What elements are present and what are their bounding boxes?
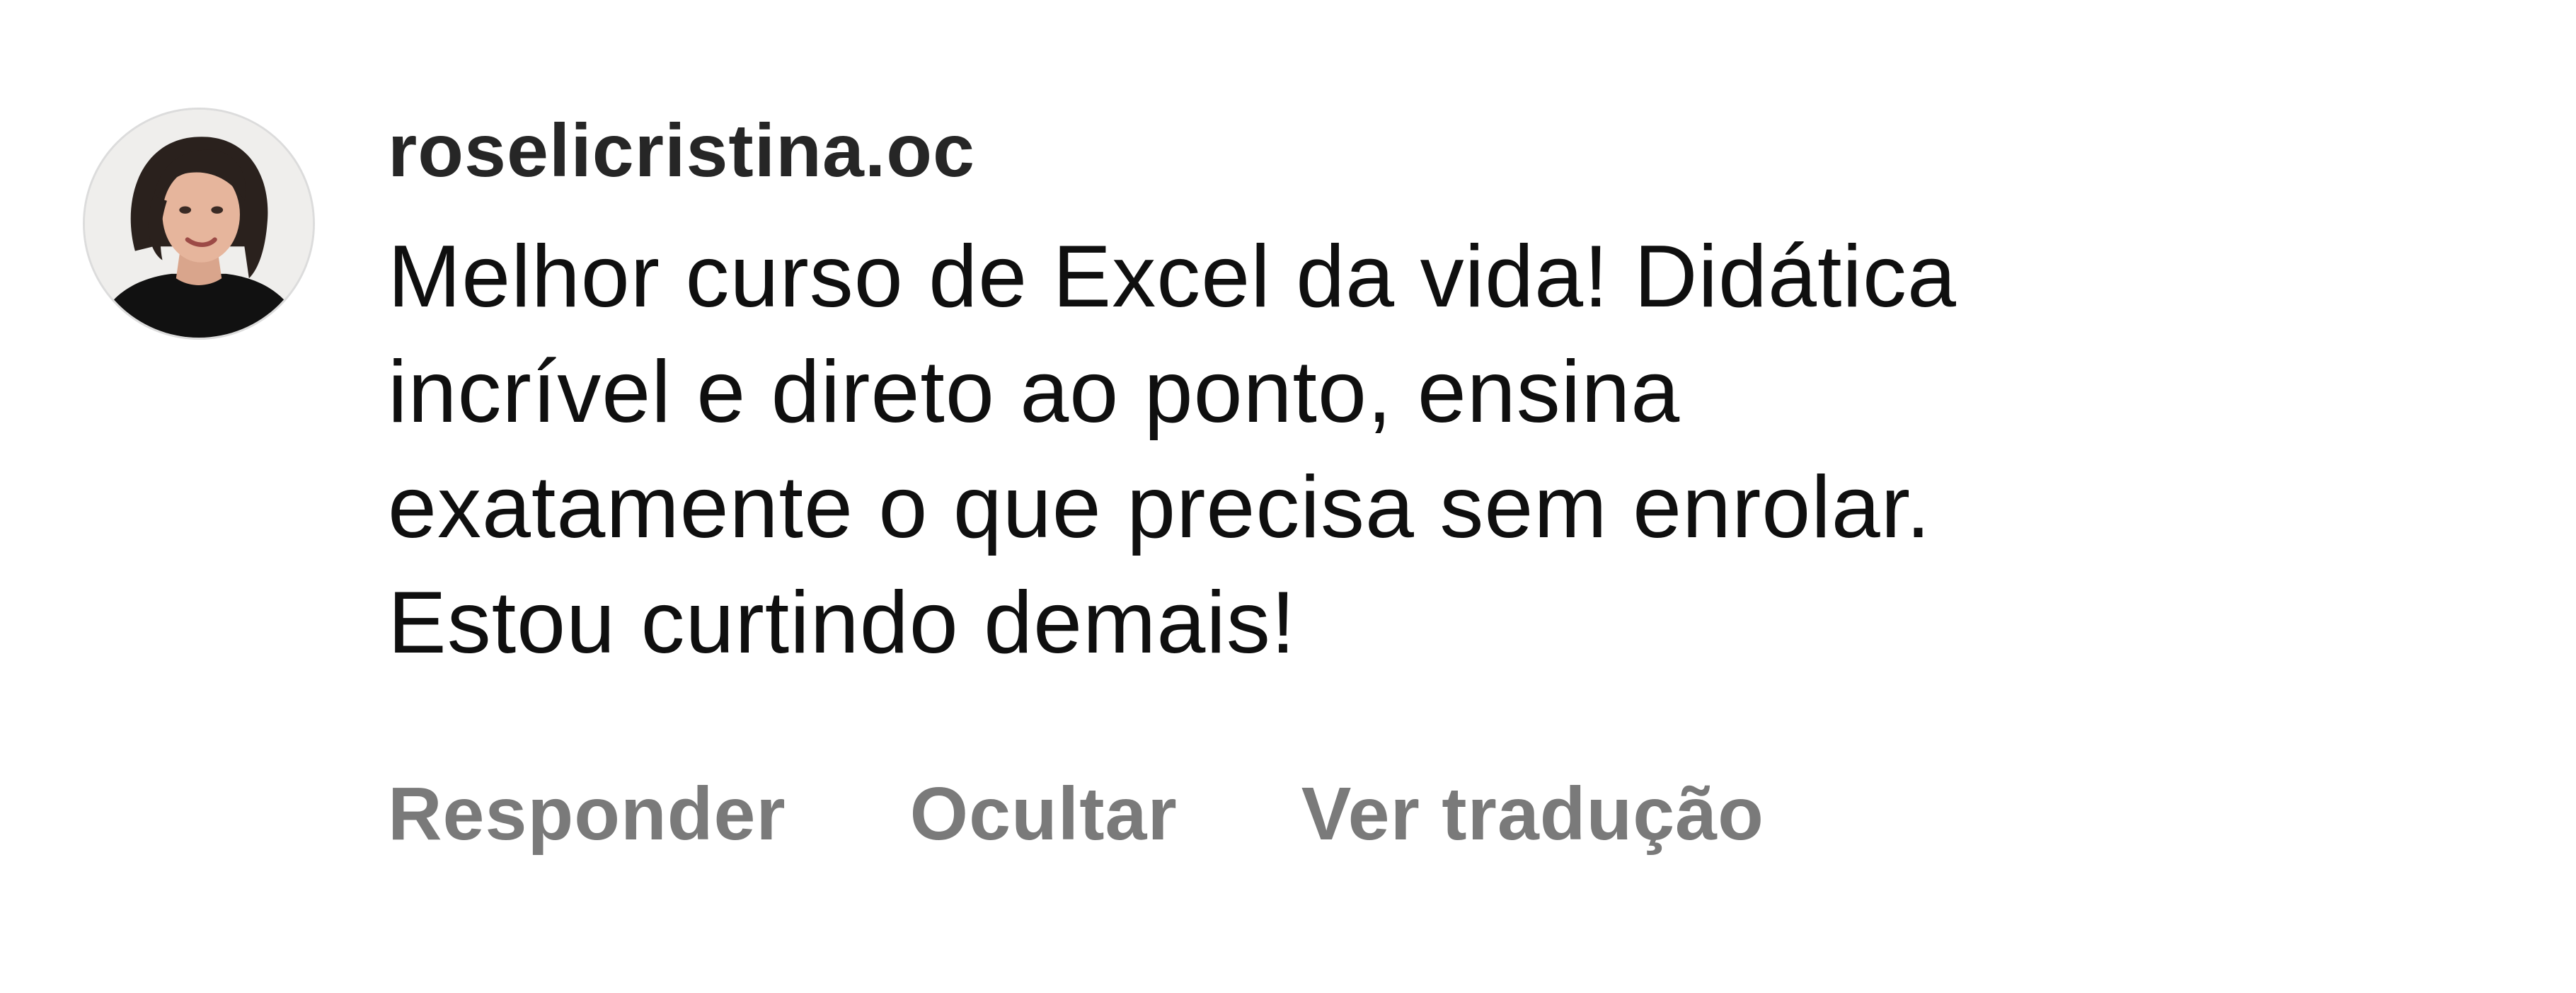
avatar[interactable] — [83, 108, 315, 340]
comment-text-line: exatamente o que precisa sem enrolar. — [388, 459, 1931, 556]
see-translation-button[interactable]: Ver tradução — [1301, 764, 1764, 863]
comment-text-line: Melhor curso de Excel da vida! Didática — [388, 228, 1957, 326]
comment-text-line: Estou curtindo demais! — [388, 574, 1296, 672]
hide-button[interactable]: Ocultar — [910, 764, 1178, 863]
comment-text: Melhor curso de Excel da vida! Didática … — [388, 219, 2299, 681]
comment-actions: Responder Ocultar Ver tradução — [388, 764, 1764, 863]
comment: roselicristina.oc Melhor curso de Excel … — [0, 0, 2576, 993]
profile-photo-icon — [85, 110, 313, 338]
comment-text-line: incrível e direto ao ponto, ensina — [388, 343, 1681, 441]
username[interactable]: roselicristina.oc — [388, 99, 2299, 202]
reply-button[interactable]: Responder — [388, 764, 786, 863]
comment-body: roselicristina.oc Melhor curso de Excel … — [388, 99, 2299, 681]
